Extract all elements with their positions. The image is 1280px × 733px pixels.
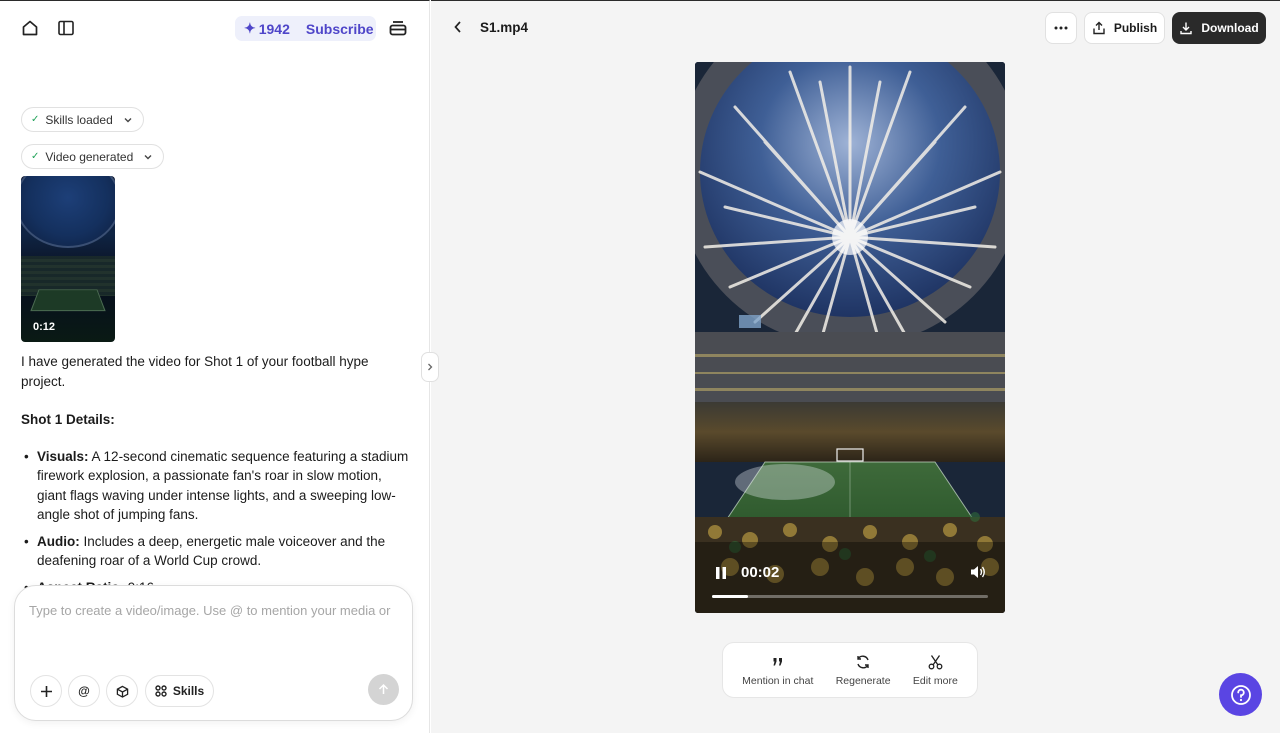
- pause-button[interactable]: [712, 564, 730, 582]
- list-item: Audio: Includes a deep, energetic male v…: [21, 532, 411, 571]
- action-label: Mention in chat: [742, 674, 814, 687]
- panel-collapse-button[interactable]: [421, 352, 439, 382]
- help-icon: [1230, 684, 1251, 705]
- video-frame: [695, 62, 1005, 613]
- prompt-input[interactable]: Type to create a video/image. Use @ to m…: [29, 603, 404, 618]
- at-icon: @: [78, 684, 90, 698]
- assistant-message: I have generated the video for Shot 1 of…: [21, 352, 411, 604]
- credits-subscribe-badge[interactable]: ✦ 1942 Subscribe: [235, 16, 376, 41]
- mention-in-chat-button[interactable]: Mention in chat: [742, 654, 813, 687]
- stadium-roof: [21, 176, 115, 248]
- pill-label: Video generated: [45, 149, 134, 164]
- sparkle-icon: ✦: [244, 20, 256, 36]
- quote-icon: [773, 657, 782, 665]
- message-intro: I have generated the video for Shot 1 of…: [21, 354, 369, 389]
- media-viewer: S1.mp4 Publish Download 00:02 Mention in…: [431, 0, 1280, 733]
- volume-button[interactable]: [969, 564, 989, 582]
- chat-composer[interactable]: Type to create a video/image. Use @ to m…: [14, 585, 413, 721]
- pill-label: Skills loaded: [45, 112, 113, 127]
- details-list: Visuals: A 12-second cinematic sequence …: [21, 447, 411, 598]
- item-text: A 12-second cinematic sequence featuring…: [37, 448, 409, 523]
- refresh-icon: [857, 655, 869, 668]
- sidebar-toggle-icon[interactable]: [52, 14, 80, 42]
- seek-progress: [712, 595, 748, 598]
- item-label: Visuals:: [37, 448, 89, 464]
- send-button[interactable]: [368, 674, 399, 705]
- more-options-button[interactable]: [1045, 12, 1077, 44]
- volume-icon: [971, 566, 985, 578]
- stack-icon[interactable]: [384, 14, 412, 42]
- more-icon: [1054, 26, 1068, 30]
- pause-icon: [716, 567, 726, 579]
- current-time: 00:02: [741, 564, 780, 581]
- publish-button[interactable]: Publish: [1084, 12, 1165, 44]
- stadium-pitch: [30, 289, 106, 312]
- video-thumbnail[interactable]: 0:12: [21, 176, 115, 342]
- regenerate-button[interactable]: Regenerate: [836, 654, 891, 687]
- list-item: Visuals: A 12-second cinematic sequence …: [21, 447, 411, 525]
- action-label: Edit more: [912, 674, 958, 687]
- chat-panel: ✦ 1942 Subscribe ✓ Skills loaded ✓ Video…: [0, 0, 430, 733]
- home-icon[interactable]: [16, 14, 44, 42]
- check-icon: ✓: [31, 114, 40, 125]
- thumbnail-duration: 0:12: [33, 321, 56, 333]
- chevron-left-icon: [454, 21, 461, 33]
- skills-icon: [155, 685, 167, 697]
- back-button[interactable]: [448, 15, 468, 39]
- chevron-down-icon: [144, 154, 152, 159]
- credits-count: 1942: [258, 20, 290, 37]
- video-generated-pill[interactable]: ✓ Video generated: [21, 144, 165, 169]
- seek-bar[interactable]: [712, 595, 988, 598]
- arrow-up-icon: [378, 683, 389, 694]
- action-label: Regenerate: [835, 674, 891, 687]
- file-name: S1.mp4: [480, 20, 529, 35]
- share-icon: [1093, 21, 1105, 35]
- scissors-icon: [928, 654, 943, 669]
- chevron-down-icon: [124, 117, 132, 122]
- plus-icon: [40, 685, 52, 697]
- subscribe-button[interactable]: Subscribe: [306, 21, 374, 37]
- item-text: Includes a deep, energetic male voiceove…: [37, 533, 386, 569]
- download-button[interactable]: Download: [1172, 12, 1266, 44]
- item-label: Audio:: [37, 533, 80, 549]
- video-player[interactable]: 00:02: [695, 62, 1005, 613]
- cube-icon: [116, 685, 128, 698]
- chevron-right-icon: [428, 363, 433, 371]
- assets-button[interactable]: [106, 675, 138, 707]
- add-button[interactable]: [30, 675, 62, 707]
- download-icon: [1180, 22, 1193, 35]
- help-button[interactable]: [1219, 673, 1262, 716]
- check-icon: ✓: [31, 151, 40, 162]
- skills-button[interactable]: Skills: [145, 675, 214, 707]
- edit-more-button[interactable]: Edit more: [913, 654, 958, 687]
- video-actions-bar: Mention in chat Regenerate Edit more: [722, 642, 978, 698]
- download-label: Download: [1201, 21, 1259, 35]
- message-heading: Shot 1 Details:: [21, 412, 115, 427]
- mention-button[interactable]: @: [68, 675, 100, 707]
- skills-label: Skills: [172, 684, 205, 698]
- publish-label: Publish: [1113, 21, 1158, 35]
- skills-loaded-pill[interactable]: ✓ Skills loaded: [21, 107, 144, 132]
